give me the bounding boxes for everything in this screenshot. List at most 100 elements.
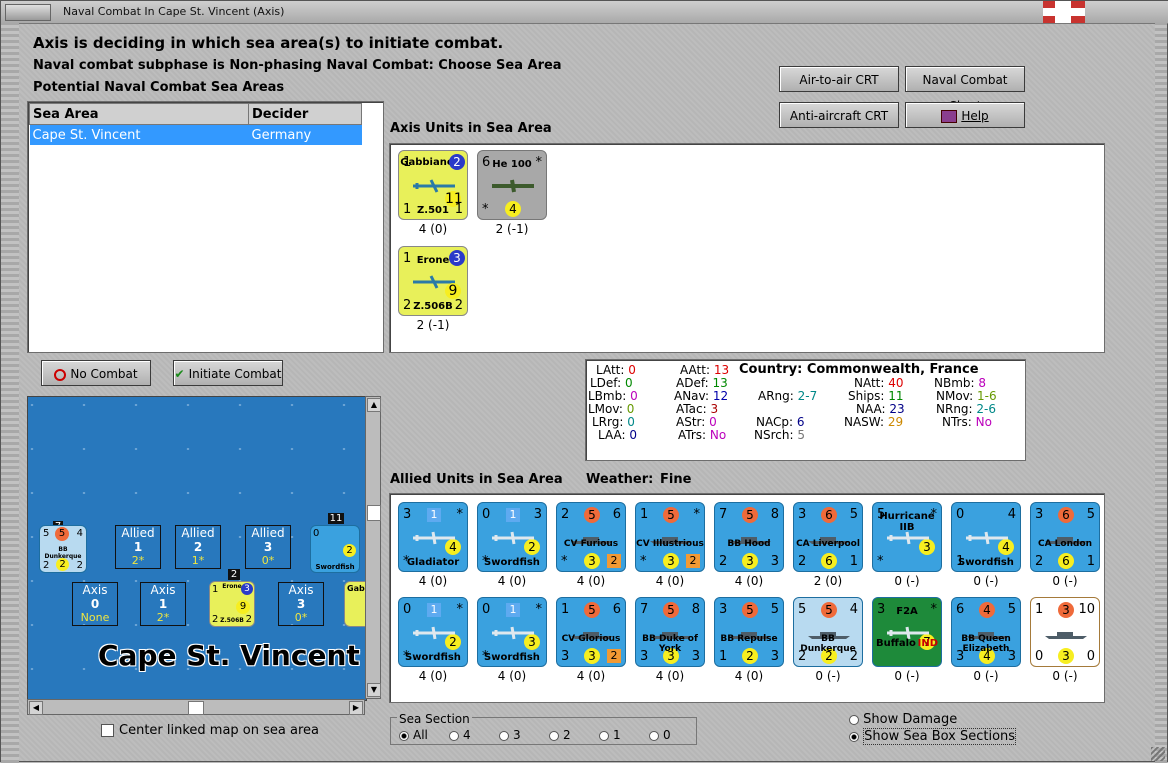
allied-unit[interactable]: 6 5 3 3 4 4 BB Queen Elizabeth <box>951 597 1021 667</box>
scroll-down-icon[interactable]: ▼ <box>367 683 381 697</box>
help-button[interactable]: Help <box>905 102 1025 128</box>
axis-unit-erone[interactable]: 1 Erone 3 9 2 Z.506B 2 <box>398 246 468 316</box>
show-damage-label: Show Damage <box>863 712 958 727</box>
unit-stat: 2 <box>76 560 83 571</box>
allied-unit[interactable]: 3 * 7 F2A Buffalo IND <box>872 597 942 667</box>
stat-ntrs: NTrs: No <box>942 415 992 429</box>
unit-name: CV Furious <box>563 539 619 549</box>
center-map-checkbox[interactable] <box>101 724 114 737</box>
axis-unit-gabbiano[interactable]: 1 Gabbiano 2 11 1 Z.501 1 <box>398 150 468 220</box>
radio-button[interactable] <box>449 730 459 741</box>
allied-unit[interactable]: 3 5 2 1 6 6 CA Liverpool <box>793 502 863 572</box>
radio-button[interactable] <box>549 730 559 741</box>
unit-circle: 5 <box>742 602 758 618</box>
unit-circle: 5 <box>584 602 600 618</box>
naval-combat-chart-button[interactable]: Naval Combat Chart <box>905 66 1025 113</box>
sea-area-cell[interactable]: Cape St. Vincent <box>29 124 249 145</box>
window-menu-icon[interactable] <box>5 4 51 21</box>
sea-box[interactable]: Allied 3 0* <box>245 525 291 569</box>
stat-laa: LAA: 0 <box>598 428 638 442</box>
show-sections-option[interactable]: Show Sea Box Sections <box>849 728 1017 745</box>
sea-box-count: None <box>80 611 110 624</box>
decider-cell[interactable]: Germany <box>248 124 362 145</box>
sea-section-option[interactable]: 0 <box>649 728 671 742</box>
unit-count-label: 4 (0) <box>734 669 764 683</box>
allied-unit[interactable]: 3 * * 1 4 Gladiator <box>398 502 468 572</box>
map-unit-dunkerque[interactable]: 5 5 4 BB Dunkerque 2 2 2 <box>39 525 87 573</box>
table-row[interactable]: Cape St. Vincent Germany <box>29 124 362 145</box>
scroll-up-icon[interactable]: ▲ <box>367 398 381 412</box>
map-unit-erone[interactable]: 1 Erone 3 9 2 Z.506B 2 <box>209 581 255 627</box>
scroll-right-icon[interactable]: ▶ <box>349 701 363 715</box>
title-bar: Naval Combat In Cape St. Vincent (Axis) <box>1 1 1168 24</box>
scroll-thumb[interactable] <box>188 701 204 715</box>
warship-icon <box>1045 632 1087 639</box>
fighter-plane-icon <box>492 179 534 193</box>
unit-stat: 3 <box>719 602 728 617</box>
center-map-checkbox-row[interactable]: Center linked map on sea area <box>101 723 319 738</box>
sea-section-option[interactable]: 4 <box>449 728 471 742</box>
allied-unit[interactable]: 0 * * 1 3 Swordfish <box>477 597 547 667</box>
sea-box[interactable]: Axis 3 0* <box>278 582 324 626</box>
scroll-thumb[interactable] <box>367 505 381 521</box>
map-unit-swordfish[interactable]: 0 2 Swordfish <box>310 525 360 573</box>
allied-unit[interactable]: 3 5 2 1 6 6 CA London <box>1030 502 1100 572</box>
unit-square: 1 <box>427 508 441 522</box>
sea-box[interactable]: Axis 1 2* <box>140 582 186 626</box>
radio-button[interactable] <box>499 730 509 741</box>
unit-stat: 2 <box>719 554 728 569</box>
unit-count-label: 4 (0) <box>497 574 527 588</box>
allied-unit[interactable]: 1 6 3 5 3 2 CV Glorious <box>556 597 626 667</box>
sea-box[interactable]: Allied 1 2* <box>115 525 161 569</box>
radio-button[interactable] <box>599 730 609 741</box>
unit-circle: 2 <box>56 558 69 571</box>
stat-astr: AStr: 0 <box>676 415 717 429</box>
unit-circle: 2 <box>742 648 758 664</box>
unit-stat: 1 <box>719 649 728 664</box>
allied-unit[interactable]: 0 * * 1 2 Swordfish <box>398 597 468 667</box>
initiate-combat-button[interactable]: ✔ Initiate Combat <box>173 360 283 386</box>
allied-unit[interactable]: 5 4 2 2 5 2 BB Dunkerque <box>793 597 863 667</box>
sea-box-count: 2* <box>156 611 170 624</box>
resize-grip-icon[interactable] <box>1151 747 1165 761</box>
unit-stat: * <box>877 554 884 569</box>
stat-ships: Ships: 11 <box>848 389 904 403</box>
unit-count-label: 4 (0) <box>576 574 606 588</box>
allied-unit[interactable]: 0 4 1 4 Swordfish <box>951 502 1021 572</box>
show-damage-option[interactable]: Show Damage <box>849 712 957 727</box>
unit-stat: 6 <box>612 602 621 617</box>
show-sections-radio[interactable] <box>849 731 859 742</box>
map-vertical-scrollbar[interactable]: ▲ ▼ <box>365 396 381 699</box>
sea-area-map[interactable]: 7 5 5 4 BB Dunkerque 2 2 2 11 0 2 Swordf… <box>27 396 367 701</box>
allied-unit[interactable]: 1 * * 5 3 2 CV Illustrious <box>635 502 705 572</box>
axis-unit-he100[interactable]: 6 He 100 * * 4 <box>477 150 547 220</box>
allied-unit[interactable]: 2 6 * 5 3 2 CV Furious <box>556 502 626 572</box>
sea-box[interactable]: Axis 0 None <box>72 582 118 626</box>
column-header-sea-area[interactable]: Sea Area <box>29 103 249 125</box>
map-horizontal-scrollbar[interactable]: ◀ ▶ <box>27 699 365 715</box>
allied-unit[interactable]: 3 5 1 3 5 2 BB Repulse <box>714 597 784 667</box>
allied-unit[interactable]: 5 * * 3 Hurricane IIB <box>872 502 942 572</box>
unit-stat: 1 <box>849 554 858 569</box>
unit-count-label: 0 (-) <box>815 669 841 683</box>
radio-button[interactable] <box>649 730 659 741</box>
stack-count: 2 <box>228 569 240 580</box>
no-combat-button[interactable]: No Combat <box>41 360 151 386</box>
air-to-air-crt-button[interactable]: Air-to-air CRT <box>779 66 899 92</box>
sea-box[interactable]: Allied 2 1* <box>175 525 221 569</box>
sea-section-option[interactable]: 1 <box>599 728 621 742</box>
radio-button[interactable] <box>399 730 409 741</box>
scroll-left-icon[interactable]: ◀ <box>29 701 43 715</box>
column-header-decider[interactable]: Decider <box>248 103 362 125</box>
sea-section-option[interactable]: All <box>399 728 428 742</box>
anti-aircraft-crt-button[interactable]: Anti-aircraft CRT <box>779 102 899 128</box>
unit-stat: 5 <box>849 507 858 522</box>
allied-unit[interactable]: 7 8 2 3 5 3 BB Hood <box>714 502 784 572</box>
sea-section-option[interactable]: 2 <box>549 728 571 742</box>
show-damage-radio[interactable] <box>849 714 859 725</box>
allied-unit[interactable]: 0 3 * 1 2 Swordfish <box>477 502 547 572</box>
allied-unit[interactable]: 1 10 0 0 3 3 <box>1030 597 1100 667</box>
allied-unit[interactable]: 7 8 3 3 5 3 BB Duke of York <box>635 597 705 667</box>
map-unit-gabbiano[interactable]: Gab <box>344 581 366 627</box>
sea-section-option[interactable]: 3 <box>499 728 521 742</box>
